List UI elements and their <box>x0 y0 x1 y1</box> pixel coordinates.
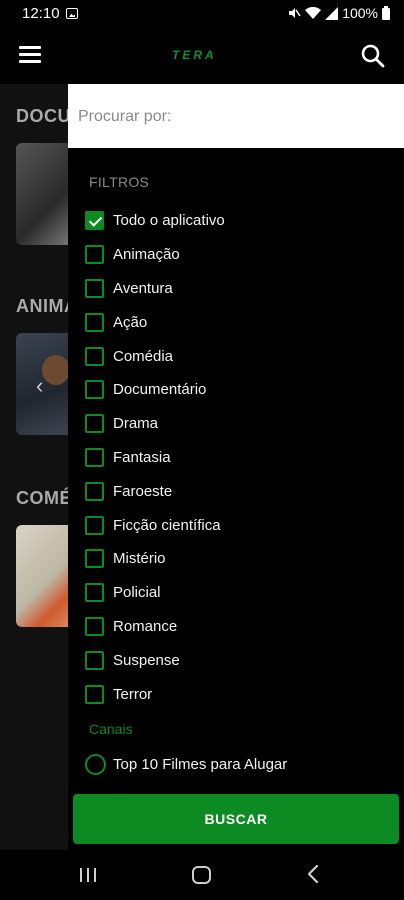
filter-label: Aventura <box>113 279 173 297</box>
filter-label: Todo o aplicativo <box>113 212 225 230</box>
app-header: TERA <box>0 28 404 84</box>
search-input[interactable] <box>78 104 394 130</box>
filter-label: Drama <box>113 415 159 433</box>
filter-item-documentario[interactable]: Documentário <box>85 373 395 407</box>
status-time: 12:10 <box>22 5 60 22</box>
filter-label: Ficção científica <box>113 516 221 534</box>
brand-logo: TERA <box>172 48 217 62</box>
checkbox[interactable] <box>85 481 104 501</box>
filter-list: Todo o aplicativo Animação Aventura Ação… <box>85 204 395 711</box>
filter-item-drama[interactable]: Drama <box>85 407 395 441</box>
checkbox[interactable] <box>85 515 104 535</box>
mute-icon <box>289 8 301 18</box>
filter-label: Documentário <box>113 381 207 399</box>
channel-label: Top 10 Filmes para Alugar <box>113 756 288 773</box>
search-submit-button[interactable]: BUSCAR <box>73 794 399 844</box>
section-title-comedy: COMÉ <box>16 488 72 508</box>
system-nav-bar <box>0 850 404 900</box>
image-notification-icon <box>66 8 78 19</box>
checkbox[interactable] <box>85 616 104 636</box>
menu-icon[interactable] <box>19 46 41 64</box>
filter-label: Ação <box>113 313 148 331</box>
filter-item-faroeste[interactable]: Faroeste <box>85 474 395 508</box>
filter-item-comedia[interactable]: Comédia <box>85 339 395 373</box>
filter-label: Suspense <box>113 651 180 669</box>
filter-item-animacao[interactable]: Animação <box>85 238 395 272</box>
filter-item-fantasia[interactable]: Fantasia <box>85 441 395 475</box>
checkbox[interactable] <box>85 549 104 569</box>
checkbox[interactable] <box>85 447 104 467</box>
filter-item-terror[interactable]: Terror <box>85 677 395 711</box>
battery-percent: 100% <box>342 5 378 21</box>
filter-item-misterio[interactable]: Mistério <box>85 542 395 576</box>
filter-label: Terror <box>113 685 153 703</box>
checkbox[interactable] <box>85 650 104 670</box>
chevron-left-icon[interactable]: ‹ <box>36 373 43 399</box>
battery-icon <box>382 6 390 20</box>
checkbox[interactable] <box>85 583 104 603</box>
filter-item-ficcao-cientifica[interactable]: Ficção científica <box>85 508 395 542</box>
checkbox[interactable] <box>85 684 104 704</box>
filter-label: Comédia <box>113 347 174 365</box>
signal-icon <box>325 6 339 20</box>
filters-heading: FILTROS <box>89 174 150 190</box>
home-icon[interactable] <box>192 866 211 884</box>
checkbox-checked[interactable] <box>85 211 104 231</box>
status-indicators: 100% <box>287 5 390 21</box>
filter-item-todo-o-aplicativo[interactable]: Todo o aplicativo <box>85 204 395 238</box>
filter-item-romance[interactable]: Romance <box>85 610 395 644</box>
checkbox[interactable] <box>85 346 104 366</box>
radio-button[interactable] <box>85 754 106 775</box>
channel-item-top-10[interactable]: Top 10 Filmes para Alugar <box>85 754 287 775</box>
recents-icon[interactable] <box>80 868 96 882</box>
filter-drawer: FILTROS Todo o aplicativo Animação Avent… <box>68 84 404 860</box>
search-box <box>68 84 404 148</box>
checkbox[interactable] <box>85 278 104 298</box>
filter-label: Romance <box>113 617 178 635</box>
filter-label: Mistério <box>113 550 166 568</box>
back-icon[interactable] <box>306 864 320 884</box>
search-icon[interactable] <box>360 43 386 69</box>
filter-item-acao[interactable]: Ação <box>85 305 395 339</box>
status-bar: 12:10 100% <box>0 0 404 28</box>
section-title-documentary: DOCU <box>16 106 71 126</box>
filter-label: Policial <box>113 584 161 602</box>
filter-label: Faroeste <box>113 482 173 500</box>
checkbox[interactable] <box>85 380 104 400</box>
checkbox[interactable] <box>85 245 104 265</box>
filter-label: Fantasia <box>113 448 171 466</box>
filter-item-policial[interactable]: Policial <box>85 576 395 610</box>
filter-item-suspense[interactable]: Suspense <box>85 643 395 677</box>
filter-item-aventura[interactable]: Aventura <box>85 272 395 306</box>
wifi-icon <box>305 6 322 19</box>
checkbox[interactable] <box>85 414 104 434</box>
checkbox[interactable] <box>85 312 104 332</box>
channels-heading: Canais <box>89 721 133 737</box>
filter-label: Animação <box>113 246 180 264</box>
